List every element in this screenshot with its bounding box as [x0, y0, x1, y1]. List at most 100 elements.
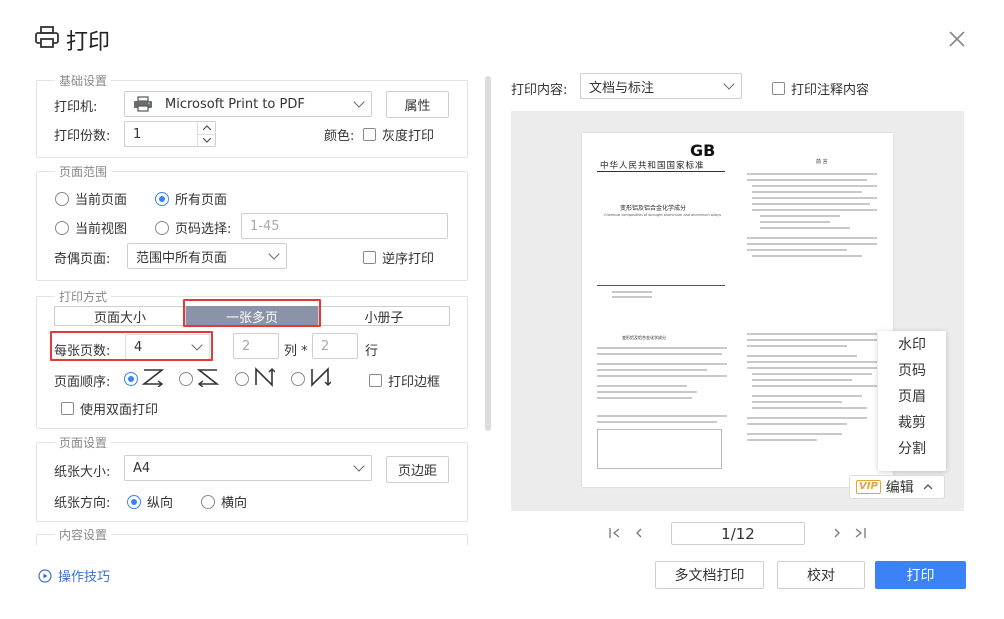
- page-range-input[interactable]: 1-45: [241, 213, 448, 239]
- doc-table: [597, 429, 722, 469]
- all-pages-label: 所有页面: [175, 193, 228, 208]
- print-border-label: 打印边框: [388, 375, 441, 390]
- portrait-label: 纵向: [147, 496, 174, 511]
- copies-value: 1: [133, 126, 142, 142]
- current-page-label: 当前页面: [75, 193, 128, 208]
- radio-portrait[interactable]: 纵向: [127, 492, 173, 511]
- checkbox-icon: [369, 374, 382, 387]
- radio-landscape[interactable]: 横向: [201, 492, 247, 511]
- printer-value: Microsoft Print to PDF: [165, 96, 305, 112]
- reverse-label: 逆序打印: [382, 252, 435, 267]
- tips-link[interactable]: 操作技巧: [38, 566, 110, 585]
- page-indicator[interactable]: 1/12: [671, 522, 805, 545]
- order-option-reverse-z[interactable]: [179, 367, 220, 391]
- radio-current-page[interactable]: 当前页面: [55, 189, 127, 208]
- decrement-icon[interactable]: [198, 135, 215, 147]
- tips-label: 操作技巧: [58, 570, 111, 585]
- first-page-icon[interactable]: [608, 523, 622, 543]
- edit-context-menu: 水印 页码 页眉 裁剪 分割: [878, 331, 946, 471]
- print-button[interactable]: 打印: [875, 561, 966, 589]
- doc-heading: 中华人民共和国国家标准: [600, 161, 705, 171]
- cols-input[interactable]: 2: [233, 333, 279, 359]
- page-range-placeholder: 1-45: [250, 218, 280, 234]
- prev-page-icon[interactable]: [632, 523, 646, 543]
- printer-device-icon: [133, 96, 153, 112]
- menu-item-page-number[interactable]: 页码: [878, 357, 946, 383]
- odd-even-select[interactable]: 范围中所有页面: [127, 243, 287, 269]
- edit-label: 编辑: [885, 480, 914, 496]
- rows-input[interactable]: 2: [312, 333, 358, 359]
- chevron-down-icon: [268, 248, 280, 260]
- doc-subtitle: 变形铝及铝合金化学成分: [620, 205, 687, 212]
- print-mode-legend: 打印方式: [55, 288, 112, 305]
- proof-button[interactable]: 校对: [777, 561, 865, 589]
- print-content-select[interactable]: 文档与标注: [580, 73, 742, 99]
- order-option-z[interactable]: [124, 367, 165, 391]
- checkbox-icon: [61, 402, 74, 415]
- doc-front-heading: 前 言: [816, 159, 828, 165]
- next-page-icon[interactable]: [830, 523, 844, 543]
- copies-stepper[interactable]: 1: [124, 121, 216, 147]
- menu-item-watermark[interactable]: 水印: [878, 331, 946, 357]
- menu-item-split[interactable]: 分割: [878, 435, 946, 461]
- basic-settings-legend: 基础设置: [55, 72, 112, 89]
- order-reverse-z-icon: [196, 367, 220, 391]
- duplex-checkbox[interactable]: 使用双面打印: [61, 399, 158, 418]
- properties-button[interactable]: 属性: [386, 91, 449, 118]
- radio-all-pages[interactable]: 所有页面: [155, 189, 227, 208]
- chevron-down-icon: [353, 96, 365, 108]
- cols-value: 2: [242, 338, 251, 354]
- chevron-down-icon: [353, 460, 365, 472]
- tab-page-size[interactable]: 页面大小: [54, 306, 186, 326]
- grayscale-checkbox[interactable]: 灰度打印: [363, 125, 434, 144]
- page-indicator-text: 1/12: [721, 524, 755, 543]
- doc-subtitle-en: Chemical composition of wrought aluminiu…: [604, 213, 721, 217]
- rows-value: 2: [321, 338, 330, 354]
- order-option-n[interactable]: [235, 367, 276, 391]
- page-setup-legend: 页面设置: [55, 434, 112, 451]
- checkbox-icon: [363, 128, 376, 141]
- edit-button[interactable]: VIP 编辑: [849, 475, 945, 499]
- last-page-icon[interactable]: [853, 523, 867, 543]
- order-option-reverse-n[interactable]: [291, 367, 332, 391]
- dialog-title: 打印: [34, 24, 110, 56]
- paper-size-label: 纸张大小:: [54, 465, 111, 480]
- multi-doc-print-button[interactable]: 多文档打印: [655, 561, 764, 589]
- paper-size-select[interactable]: A4: [124, 455, 372, 481]
- margins-button[interactable]: 页边距: [386, 456, 449, 483]
- radio-page-select[interactable]: 页码选择:: [155, 218, 231, 237]
- printer-label: 打印机:: [54, 100, 98, 115]
- increment-icon[interactable]: [198, 122, 215, 135]
- doc-second-title: 变形铝及铝合金化学成分: [622, 335, 666, 340]
- landscape-label: 横向: [221, 496, 248, 511]
- preview-page: GB 中华人民共和国国家标准 变形铝及铝合金化学成分 Chemical comp…: [582, 133, 893, 487]
- radio-icon: [155, 220, 169, 235]
- settings-scrollbar[interactable]: [485, 76, 491, 431]
- copies-label: 打印份数:: [54, 129, 111, 144]
- dialog-title-text: 打印: [66, 30, 111, 55]
- tab-booklet[interactable]: 小册子: [318, 306, 450, 326]
- grayscale-label: 灰度打印: [382, 129, 435, 144]
- radio-icon: [55, 220, 69, 235]
- odd-even-value: 范围中所有页面: [136, 250, 228, 266]
- print-annotations-checkbox[interactable]: 打印注释内容: [772, 79, 869, 98]
- rows-label: 行: [365, 344, 379, 359]
- content-settings-legend: 内容设置: [55, 526, 112, 543]
- menu-item-header[interactable]: 页眉: [878, 383, 946, 409]
- radio-icon: [55, 191, 69, 206]
- play-icon: [38, 568, 52, 583]
- vip-badge: VIP: [856, 480, 881, 494]
- menu-item-crop[interactable]: 裁剪: [878, 409, 946, 435]
- printer-select[interactable]: Microsoft Print to PDF: [124, 91, 372, 117]
- radio-selected-icon: [155, 191, 169, 206]
- page-range-legend: 页面范围: [55, 163, 112, 180]
- print-border-checkbox[interactable]: 打印边框: [369, 371, 440, 390]
- reverse-checkbox[interactable]: 逆序打印: [363, 248, 434, 267]
- radio-icon: [291, 372, 305, 386]
- close-icon[interactable]: [948, 30, 966, 48]
- current-view-label: 当前视图: [75, 222, 128, 237]
- odd-even-label: 奇偶页面:: [54, 252, 111, 267]
- radio-current-view[interactable]: 当前视图: [55, 218, 127, 237]
- print-content-value: 文档与标注: [589, 80, 655, 96]
- checkbox-icon: [772, 82, 785, 95]
